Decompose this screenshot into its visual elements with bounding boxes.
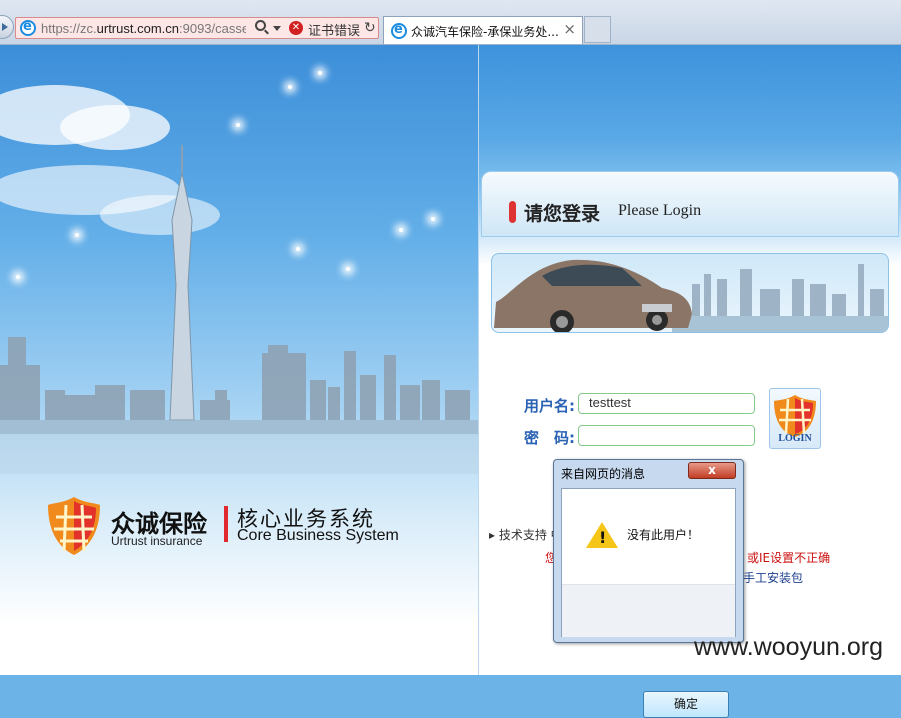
ie-icon xyxy=(391,22,407,39)
page: 众诚保险 Urtrust insurance 核心业务系统 Core Busin… xyxy=(0,45,901,675)
car-banner-image xyxy=(491,253,889,333)
manual-install-link[interactable]: 手工安装包 xyxy=(743,569,803,586)
refresh-icon[interactable]: ↻ xyxy=(364,20,376,36)
login-button-label: LOGIN xyxy=(778,433,812,444)
alert-dialog: 来自网页的消息 x ! 没有此用户！ 确定 xyxy=(553,459,744,718)
title-marker xyxy=(509,201,516,223)
login-title: 请您登录 xyxy=(524,203,601,225)
cert-error-icon[interactable]: ✕ xyxy=(289,21,303,35)
tab-title: 众诚汽车保险-承保业务处... xyxy=(411,25,559,39)
password-label: 密 码: xyxy=(524,429,575,447)
dialog-body: ! 没有此用户！ 确定 xyxy=(561,488,736,718)
hero-panel: 众诚保险 Urtrust insurance 核心业务系统 Core Busin… xyxy=(0,45,478,675)
login-header: 请您登录 Please Login xyxy=(481,171,899,237)
login-button[interactable]: LOGIN xyxy=(769,388,821,449)
close-icon[interactable]: × xyxy=(563,20,576,38)
username-input[interactable]: testtest xyxy=(578,393,755,414)
browser-chrome: https://zc.urtrust.com.cn:9093/casser ✕ … xyxy=(0,0,901,45)
forward-button[interactable] xyxy=(0,15,14,39)
tab-active[interactable]: 众诚汽车保险-承保业务处... × xyxy=(383,16,583,44)
ie-icon xyxy=(20,19,36,36)
system-name-en: Core Business System xyxy=(237,527,399,544)
dialog-title: 来自网页的消息 xyxy=(561,467,646,481)
login-subtitle: Please Login xyxy=(618,202,702,219)
new-tab-button[interactable] xyxy=(584,16,611,43)
brand-name-en: Urtrust insurance xyxy=(111,534,203,548)
address-bar[interactable]: https://zc.urtrust.com.cn:9093/casser ✕ … xyxy=(15,17,379,39)
brand-divider xyxy=(224,506,228,542)
dialog-message: 没有此用户！ xyxy=(627,528,700,542)
dialog-close-button[interactable]: x xyxy=(688,462,736,479)
city-skyline-image xyxy=(0,145,478,474)
ok-button[interactable]: 确定 xyxy=(643,691,729,718)
chevron-down-icon[interactable] xyxy=(273,26,281,35)
shield-icon xyxy=(774,395,816,437)
watermark: www.wooyun.org xyxy=(694,633,883,661)
url-text[interactable]: https://zc.urtrust.com.cn:9093/casser xyxy=(41,21,246,36)
dialog-footer: 确定 xyxy=(562,584,735,718)
warning-icon: ! xyxy=(586,522,618,548)
notice-text-right: 或IE设置不正确 xyxy=(747,551,831,565)
tech-support-text: ▸ 技术支持 中 xyxy=(489,528,563,542)
urtrust-shield-logo xyxy=(48,497,100,555)
cert-error-label[interactable]: 证书错误 xyxy=(308,20,360,39)
search-icon[interactable] xyxy=(255,20,266,31)
password-input[interactable] xyxy=(578,425,755,446)
username-label: 用户名: xyxy=(524,397,575,415)
